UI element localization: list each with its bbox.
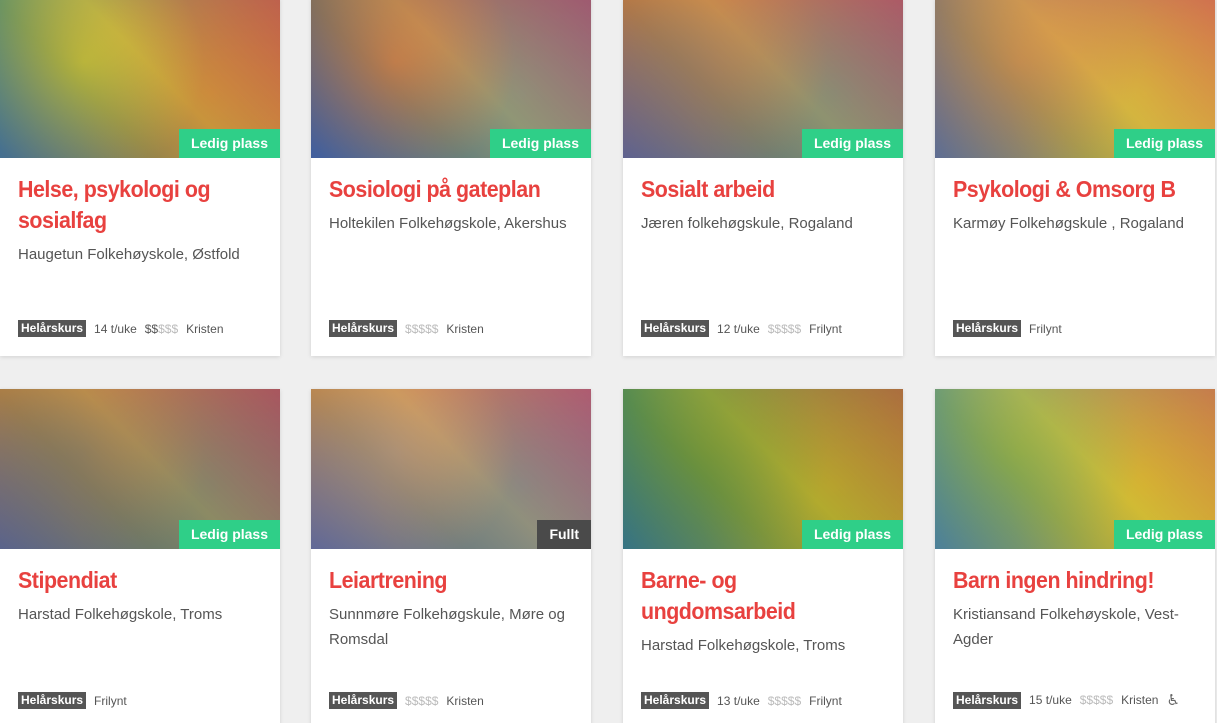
course-title[interactable]: Helse, psykologi og sosialfag: [18, 174, 245, 236]
school-name: Kristiansand Folkehøyskole, Vest- Agder: [953, 606, 1179, 648]
course-type-badge: Helårskurs: [18, 692, 87, 709]
hours-per-week: 15 t/uke: [1029, 693, 1072, 707]
profile-label: Kristen: [446, 693, 484, 708]
price-level: $$$$$: [405, 693, 439, 708]
status-badge: Ledig plass: [1113, 520, 1215, 549]
course-type-badge: Helårskurs: [329, 692, 398, 709]
course-title[interactable]: Stipendiat: [18, 565, 245, 596]
course-meta: Helårskurs 12 t/uke $$$$$ Frilynt: [641, 320, 842, 337]
course-grid: Ledig plass Helse, psykologi og sosialfa…: [0, 0, 1217, 723]
course-card[interactable]: Fullt Leiartrening Sunnmøre Folkehøgskul…: [311, 389, 591, 723]
status-badge: Ledig plass: [489, 129, 591, 158]
profile-label: Kristen: [446, 321, 484, 336]
course-card[interactable]: Ledig plass Sosialt arbeid Jæren folkehø…: [623, 0, 903, 356]
profile-label: Kristen: [186, 321, 224, 336]
status-badge: Ledig plass: [178, 129, 280, 158]
status-badge: Ledig plass: [178, 520, 280, 549]
course-card[interactable]: Ledig plass Helse, psykologi og sosialfa…: [0, 0, 280, 356]
status-badge: Fullt: [537, 520, 591, 549]
course-meta: Helårskurs $$$$$ Kristen: [329, 692, 484, 709]
course-card[interactable]: Ledig plass Sosiologi på gateplan Holtek…: [311, 0, 591, 356]
course-title[interactable]: Leiartrening: [329, 565, 556, 596]
course-title[interactable]: Psykologi & Omsorg B: [953, 174, 1180, 205]
course-type-badge: Helårskurs: [953, 320, 1022, 337]
course-meta: Helårskurs 13 t/uke $$$$$ Frilynt: [641, 692, 842, 709]
course-image: Ledig plass: [623, 389, 903, 549]
course-type-badge: Helårskurs: [953, 691, 1022, 709]
profile-label: Frilynt: [809, 321, 842, 336]
hours-per-week: 12 t/uke: [717, 321, 760, 336]
school-name: Karmøy Folkehøgskule , Rogaland: [953, 215, 1184, 232]
status-badge: Ledig plass: [1113, 129, 1215, 158]
course-type-badge: Helårskurs: [18, 320, 87, 337]
course-type-badge: Helårskurs: [641, 320, 710, 337]
price-level: $$$$$: [1079, 693, 1114, 707]
school-name: Sunnmøre Folkehøgskule, Møre og Romsdal: [329, 606, 565, 648]
school-name: Holtekilen Folkehøgskole, Akershus: [329, 215, 567, 232]
course-card[interactable]: Ledig plass Stipendiat Harstad Folkehøgs…: [0, 389, 280, 723]
course-title[interactable]: Barne- og ungdomsarbeid: [641, 565, 868, 627]
profile-label: Frilynt: [1029, 321, 1062, 336]
course-image: Ledig plass: [935, 0, 1215, 158]
school-name: Harstad Folkehøgskole, Troms: [641, 637, 846, 654]
course-title[interactable]: Sosialt arbeid: [641, 174, 868, 205]
price-level: $$$$$: [767, 321, 802, 336]
school-name: Jæren folkehøgskule, Rogaland: [641, 215, 853, 232]
course-image: Ledig plass: [0, 0, 280, 158]
course-card[interactable]: Ledig plass Barne- og ungdomsarbeid Hars…: [623, 389, 903, 723]
course-title[interactable]: Sosiologi på gateplan: [329, 174, 556, 205]
course-image: Ledig plass: [935, 389, 1215, 549]
profile-label: Kristen: [1121, 693, 1159, 707]
course-image: Ledig plass: [0, 389, 280, 549]
course-meta: Helårskurs $$$$$ Kristen: [329, 320, 484, 337]
course-type-badge: Helårskurs: [329, 320, 398, 337]
course-title[interactable]: Barn ingen hindring!: [953, 565, 1180, 596]
price-level: $$$$$: [405, 321, 439, 336]
hours-per-week: 14 t/uke: [94, 321, 137, 336]
status-badge: Ledig plass: [801, 129, 903, 158]
profile-label: Frilynt: [94, 693, 127, 708]
course-meta: Helårskurs Frilynt: [18, 692, 127, 709]
course-card[interactable]: Ledig plass Barn ingen hindring! Kristia…: [935, 389, 1215, 723]
hours-per-week: 13 t/uke: [717, 693, 760, 708]
course-card[interactable]: Ledig plass Psykologi & Omsorg B Karmøy …: [935, 0, 1215, 356]
wheelchair-icon: ♿: [1166, 692, 1180, 709]
status-badge: Ledig plass: [801, 520, 903, 549]
profile-label: Frilynt: [809, 693, 842, 708]
course-image: Fullt: [311, 389, 591, 549]
course-meta: Helårskurs Frilynt: [953, 320, 1062, 337]
course-image: Ledig plass: [311, 0, 591, 158]
course-type-badge: Helårskurs: [641, 692, 710, 709]
course-meta: Helårskurs 14 t/uke $$$$$ Kristen: [18, 320, 224, 337]
price-level: $$$$$: [144, 321, 179, 336]
school-name: Harstad Folkehøgskole, Troms: [18, 606, 223, 623]
course-image: Ledig plass: [623, 0, 903, 158]
course-meta: Helårskurs 15 t/uke $$$$$ Kristen ♿: [953, 691, 1180, 709]
school-name: Haugetun Folkehøyskole, Østfold: [18, 246, 240, 263]
price-level: $$$$$: [767, 693, 802, 708]
